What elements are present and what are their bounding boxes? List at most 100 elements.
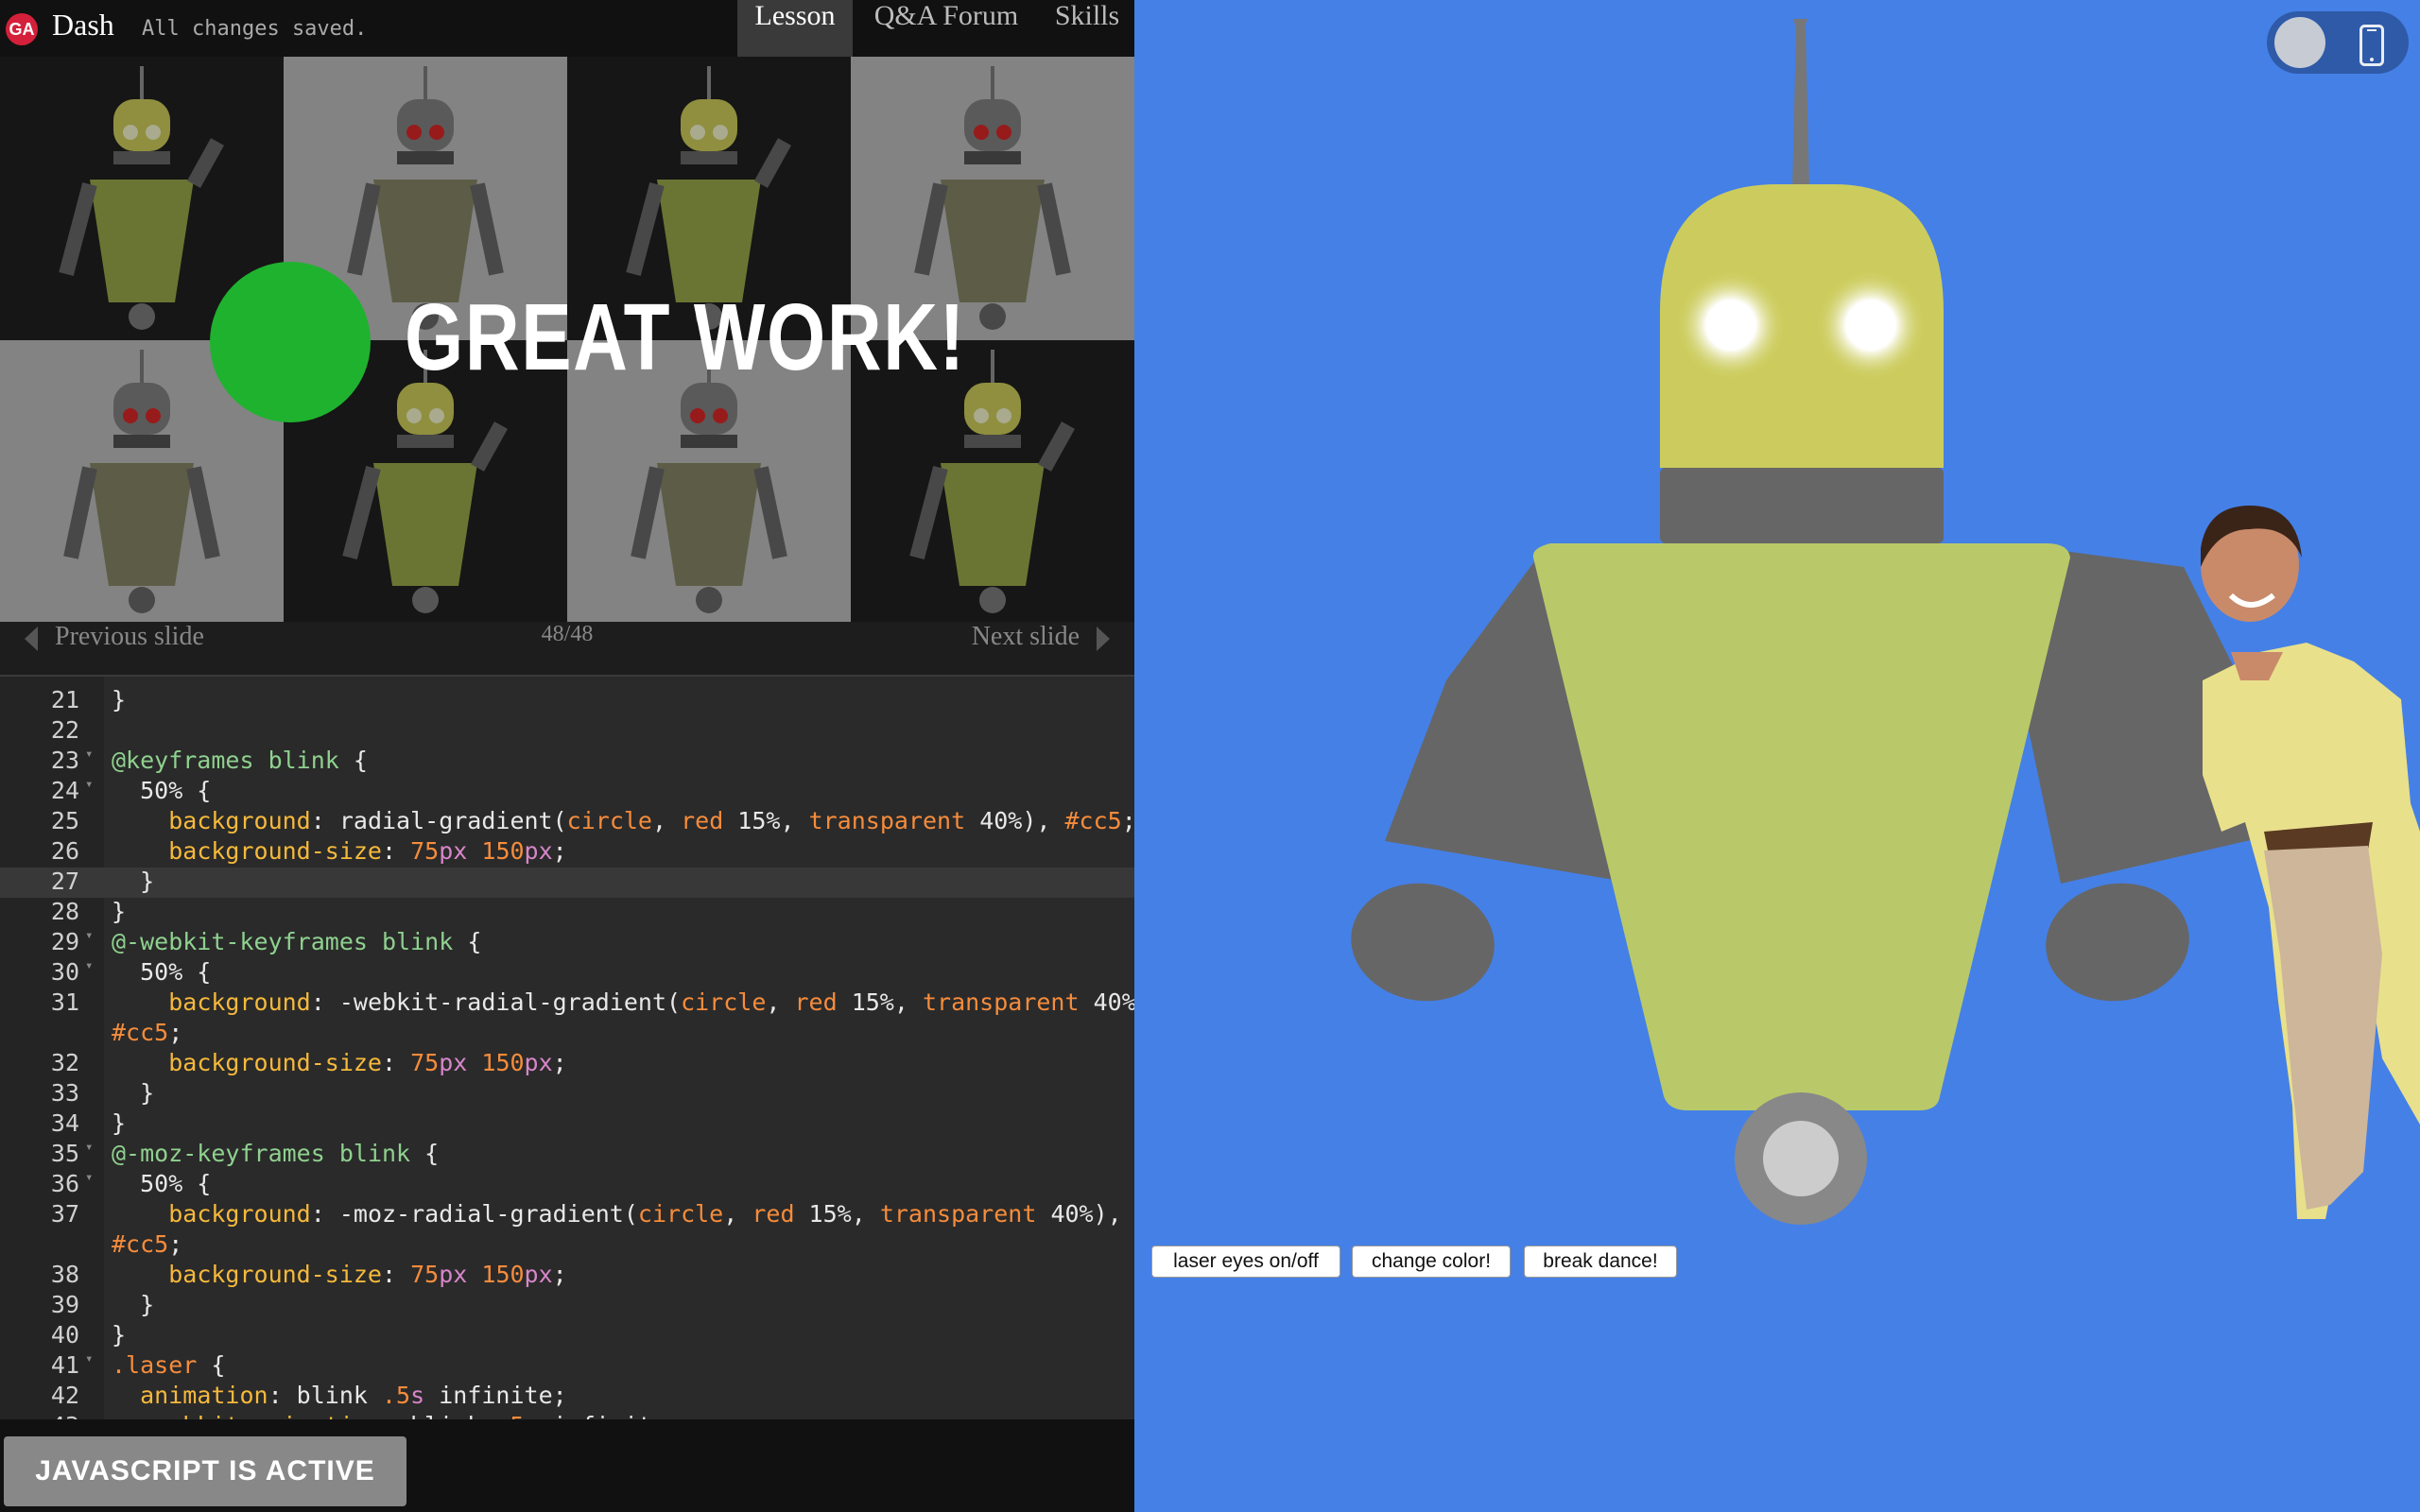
code-text: } bbox=[112, 1109, 127, 1137]
previous-slide-button[interactable]: Previous slide bbox=[25, 622, 204, 675]
lesson-slide: GREAT WORK! bbox=[0, 57, 1134, 622]
success-dot bbox=[210, 262, 371, 422]
code-line[interactable]: 34} bbox=[0, 1109, 1134, 1140]
robot-left-hand bbox=[1351, 883, 1495, 1002]
preview-pane: laser eyes on/off change color! break da… bbox=[1134, 0, 2420, 1512]
line-number: 31 bbox=[50, 988, 79, 1016]
code-text: 50% { bbox=[112, 1170, 212, 1197]
code-editor[interactable]: 21} 22 23 ▾ @keyframes blink {24 ▾ 50% {25 ba… bbox=[0, 675, 1134, 1421]
code-line[interactable]: 35 ▾ @-moz-keyframes blink { bbox=[0, 1140, 1134, 1170]
robot-wheel-hub bbox=[1763, 1121, 1839, 1196]
line-number: 28 bbox=[50, 898, 79, 925]
code-line[interactable]: 24 ▾ 50% { bbox=[0, 777, 1134, 807]
line-number: 25 bbox=[50, 807, 79, 834]
code-text: #cc5; bbox=[112, 1019, 183, 1046]
lesson-panel: GA Dash All changes saved. Lesson Q&A Fo… bbox=[0, 0, 1134, 1512]
code-text: } bbox=[112, 1079, 155, 1107]
fold-arrow-icon[interactable]: ▾ bbox=[85, 928, 93, 943]
code-line[interactable]: 36 ▾ 50% { bbox=[0, 1170, 1134, 1200]
dancing-man-image bbox=[2201, 506, 2420, 1219]
code-text: background: radial-gradient(circle, red … bbox=[168, 807, 1134, 834]
code-text: } bbox=[112, 686, 127, 713]
code-text: @keyframes blink { bbox=[112, 747, 368, 774]
line-number: 24 bbox=[50, 777, 79, 804]
previous-slide-label: Previous slide bbox=[55, 622, 204, 651]
code-text: @-webkit-keyframes blink { bbox=[112, 928, 482, 955]
code-line[interactable]: 25 background: radial-gradient(circle, r… bbox=[0, 807, 1134, 837]
code-line[interactable]: 27 } bbox=[0, 868, 1134, 898]
code-line[interactable]: 40} bbox=[0, 1321, 1134, 1351]
code-line[interactable]: 22 bbox=[0, 716, 1134, 747]
app-name: Dash bbox=[52, 8, 114, 42]
code-line[interactable]: 39 } bbox=[0, 1291, 1134, 1321]
line-number: 39 bbox=[50, 1291, 79, 1318]
code-line[interactable]: 23 ▾ @keyframes blink { bbox=[0, 747, 1134, 777]
line-number: 37 bbox=[50, 1200, 79, 1228]
fold-arrow-icon[interactable]: ▾ bbox=[85, 958, 93, 973]
robot-laser-eye-left bbox=[1676, 270, 1786, 380]
fold-arrow-icon[interactable]: ▾ bbox=[85, 1351, 93, 1366]
code-line[interactable]: 32 background-size: 75px 150px; bbox=[0, 1049, 1134, 1079]
code-text: background: -moz-radial-gradient(circle,… bbox=[168, 1200, 1122, 1228]
javascript-status-button[interactable]: JAVASCRIPT IS ACTIVE bbox=[4, 1436, 406, 1506]
device-preview-toggle[interactable] bbox=[2267, 11, 2409, 74]
line-number: 38 bbox=[50, 1261, 79, 1288]
code-text: } bbox=[112, 1291, 155, 1318]
line-number: 23 bbox=[50, 747, 79, 774]
code-line[interactable]: 29 ▾ @-webkit-keyframes blink { bbox=[0, 928, 1134, 958]
code-line[interactable]: 38 background-size: 75px 150px; bbox=[0, 1261, 1134, 1291]
robot-antenna bbox=[1792, 19, 1809, 189]
chevron-right-icon bbox=[1097, 626, 1110, 651]
line-number: 35 bbox=[50, 1140, 79, 1167]
code-text: background-size: 75px 150px; bbox=[168, 1261, 567, 1288]
code-line[interactable]: 30 ▾ 50% { bbox=[0, 958, 1134, 988]
robot-jaw bbox=[1660, 468, 1944, 543]
phone-icon[interactable] bbox=[2360, 25, 2384, 66]
line-number: 34 bbox=[50, 1109, 79, 1137]
code-text: .laser { bbox=[112, 1351, 226, 1379]
ga-logo-icon[interactable]: GA bbox=[6, 13, 38, 45]
robot-laser-eye-right bbox=[1816, 270, 1926, 380]
laser-eyes-toggle-button[interactable]: laser eyes on/off bbox=[1151, 1246, 1340, 1278]
code-text: animation: blink .5s infinite; bbox=[140, 1382, 567, 1409]
tab-qa-forum[interactable]: Q&A Forum bbox=[858, 0, 1034, 57]
code-text: 50% { bbox=[112, 958, 212, 986]
line-number: 30 bbox=[50, 958, 79, 986]
next-slide-button[interactable]: Next slide bbox=[972, 622, 1110, 675]
code-line[interactable]: 21} bbox=[0, 686, 1134, 716]
tab-skills[interactable]: Skills bbox=[1040, 0, 1134, 57]
code-line[interactable]: 33 } bbox=[0, 1079, 1134, 1109]
code-text: } bbox=[112, 898, 127, 925]
code-line[interactable]: #cc5; bbox=[0, 1230, 1134, 1261]
change-color-button[interactable]: change color! bbox=[1352, 1246, 1511, 1278]
next-slide-label: Next slide bbox=[971, 622, 1080, 651]
line-number: 42 bbox=[50, 1382, 79, 1409]
fold-arrow-icon[interactable]: ▾ bbox=[85, 1170, 93, 1185]
code-line[interactable]: 41 ▾ .laser { bbox=[0, 1351, 1134, 1382]
line-number: 26 bbox=[50, 837, 79, 865]
fold-arrow-icon[interactable]: ▾ bbox=[85, 1140, 93, 1155]
fold-arrow-icon[interactable]: ▾ bbox=[85, 747, 93, 762]
tab-lesson[interactable]: Lesson bbox=[737, 0, 853, 57]
code-line[interactable]: 28} bbox=[0, 898, 1134, 928]
slide-counter: 48/48 bbox=[541, 622, 594, 646]
fold-arrow-icon[interactable]: ▾ bbox=[85, 777, 93, 792]
code-line[interactable]: 37 background: -moz-radial-gradient(circ… bbox=[0, 1200, 1134, 1230]
line-number: 41 bbox=[50, 1351, 79, 1379]
code-line[interactable]: 31 background: -webkit-radial-gradient(c… bbox=[0, 988, 1134, 1019]
slide-navigation: Previous slide 48/48 Next slide bbox=[0, 622, 1134, 675]
bottom-bar: JAVASCRIPT IS ACTIVE bbox=[0, 1419, 1134, 1512]
save-status: All changes saved. bbox=[142, 17, 368, 41]
robot-body bbox=[1532, 543, 2070, 1110]
line-number: 21 bbox=[50, 686, 79, 713]
code-text: background-size: 75px 150px; bbox=[168, 1049, 567, 1076]
line-number: 33 bbox=[50, 1079, 79, 1107]
code-line[interactable]: #cc5; bbox=[0, 1019, 1134, 1049]
code-text: @-moz-keyframes blink { bbox=[112, 1140, 440, 1167]
code-line[interactable]: 26 background-size: 75px 150px; bbox=[0, 837, 1134, 868]
code-line[interactable]: 42 animation: blink .5s infinite; bbox=[0, 1382, 1134, 1412]
code-text: 50% { bbox=[112, 777, 212, 804]
break-dance-button[interactable]: break dance! bbox=[1524, 1246, 1677, 1278]
top-bar: GA Dash All changes saved. Lesson Q&A Fo… bbox=[0, 0, 1134, 57]
circle-knob-icon[interactable] bbox=[2274, 17, 2325, 68]
